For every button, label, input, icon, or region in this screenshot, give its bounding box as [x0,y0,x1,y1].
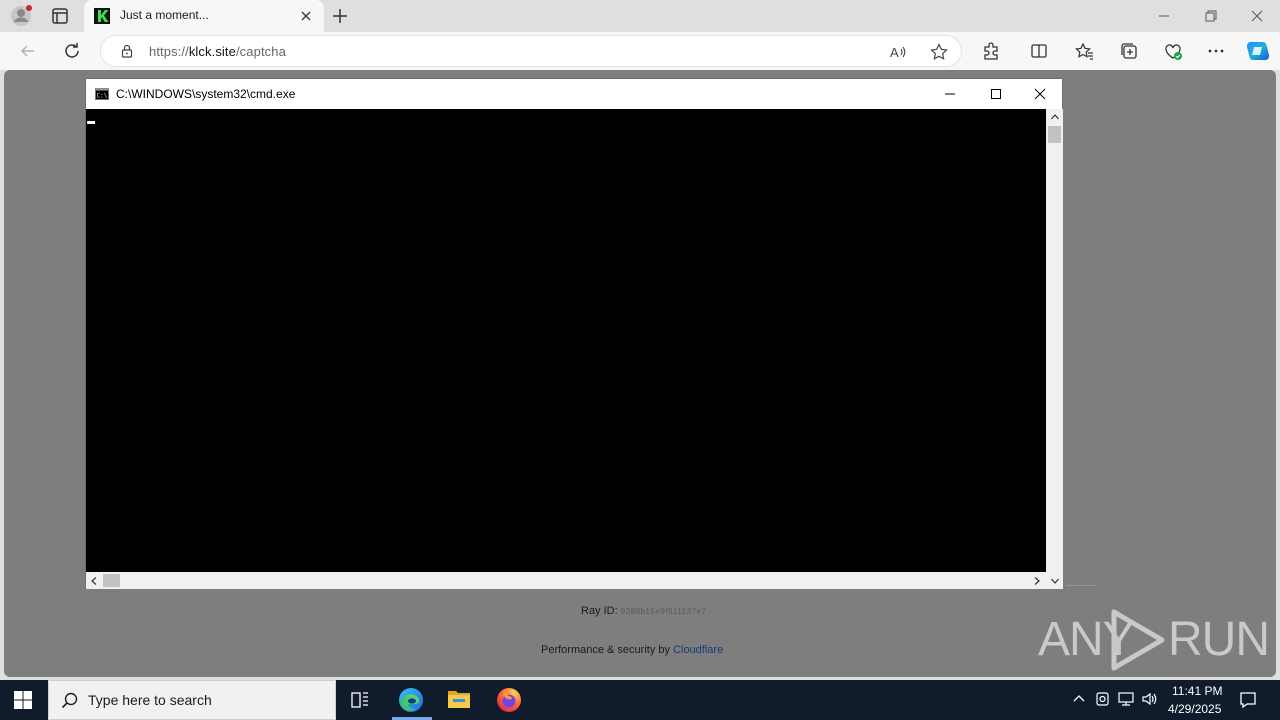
horizontal-scroll-thumb[interactable] [103,574,120,587]
performance-security-text: Performance & security by Cloudflare [541,644,724,656]
vertical-scrollbar[interactable] [1046,109,1063,583]
copilot-icon[interactable] [1246,40,1270,62]
firefox-icon[interactable] [496,687,522,713]
collections-icon[interactable] [1119,41,1139,61]
reload-icon[interactable] [62,41,82,61]
clock-date[interactable]: 4/29/2025 [1168,702,1221,716]
ray-id-text: Ray ID: 9388b15e9f911137e7 [581,605,707,617]
window-close-icon[interactable] [1243,8,1271,24]
windows-start-icon[interactable] [14,691,32,709]
clock-time[interactable]: 11:41 PM [1172,684,1222,698]
address-bar[interactable]: https://klck.site/captcha A [100,35,962,67]
file-explorer-icon[interactable] [447,688,471,710]
extensions-icon[interactable] [981,41,1001,61]
taskbar-search-box[interactable]: Type here to search [48,680,336,720]
corner-down-arrow-icon[interactable] [1050,576,1060,586]
url-text[interactable]: https://klck.site/captcha [149,44,286,59]
scroll-left-arrow-icon[interactable] [89,576,99,586]
search-icon [61,692,78,709]
console-cursor [87,121,95,124]
svg-text:C:\: C:\ [97,93,108,100]
scroll-right-arrow-icon[interactable] [1032,576,1042,586]
more-options-icon[interactable] [1206,41,1226,61]
show-hidden-icons-chevron-icon[interactable] [1070,690,1088,708]
network-icon[interactable] [1117,690,1135,708]
site-favicon-icon [94,8,110,24]
cloudflare-link[interactable]: Cloudflare [673,644,723,656]
horizontal-scrollbar[interactable] [86,572,1046,589]
anyrun-play-logo-icon [1108,608,1168,672]
tab-actions-icon[interactable] [50,6,70,26]
windows-taskbar: Type here to search 11:41 PM 4/29/2025 [0,680,1280,720]
window-minimize-icon[interactable] [1150,8,1178,24]
task-view-icon[interactable] [350,690,370,710]
back-arrow-icon[interactable] [18,41,38,61]
profile-avatar-icon[interactable] [9,5,33,27]
scrollbar-corner [1046,572,1063,589]
favorites-icon[interactable] [1074,41,1094,61]
tab-bar: Just a moment... [0,0,1280,32]
cmd-window[interactable]: C:\ C:\WINDOWS\system32\cmd.exe [85,78,1063,589]
cmd-minimize-icon[interactable] [942,86,958,102]
console-output-area[interactable] [86,109,1046,572]
browser-essentials-icon[interactable] [1163,41,1183,61]
window-restore-icon[interactable] [1196,8,1224,24]
cmd-close-icon[interactable] [1032,86,1048,102]
cmd-window-title: C:\WINDOWS\system32\cmd.exe [116,87,296,101]
console-icon: C:\ [95,88,109,100]
tab-title: Just a moment... [120,8,209,22]
close-tab-icon[interactable] [298,8,314,24]
volume-icon[interactable] [1141,690,1159,708]
notification-center-icon[interactable] [1238,690,1258,710]
search-placeholder: Type here to search [88,692,212,708]
meet-now-icon[interactable] [1094,690,1112,708]
read-aloud-icon[interactable]: A [889,43,907,61]
cmd-maximize-icon[interactable] [988,86,1004,102]
svg-text:A: A [890,45,899,60]
watermark-run: RUN [1168,613,1270,666]
vertical-scroll-thumb[interactable] [1048,126,1061,143]
lock-icon[interactable] [119,43,135,59]
active-tab[interactable]: Just a moment... [84,0,324,32]
new-tab-icon[interactable] [330,6,350,26]
page-divider [1066,585,1096,586]
split-screen-icon[interactable] [1029,41,1049,61]
edge-browser-icon[interactable] [398,687,424,713]
scroll-up-arrow-icon[interactable] [1050,112,1060,122]
favorite-star-icon[interactable] [929,42,949,62]
